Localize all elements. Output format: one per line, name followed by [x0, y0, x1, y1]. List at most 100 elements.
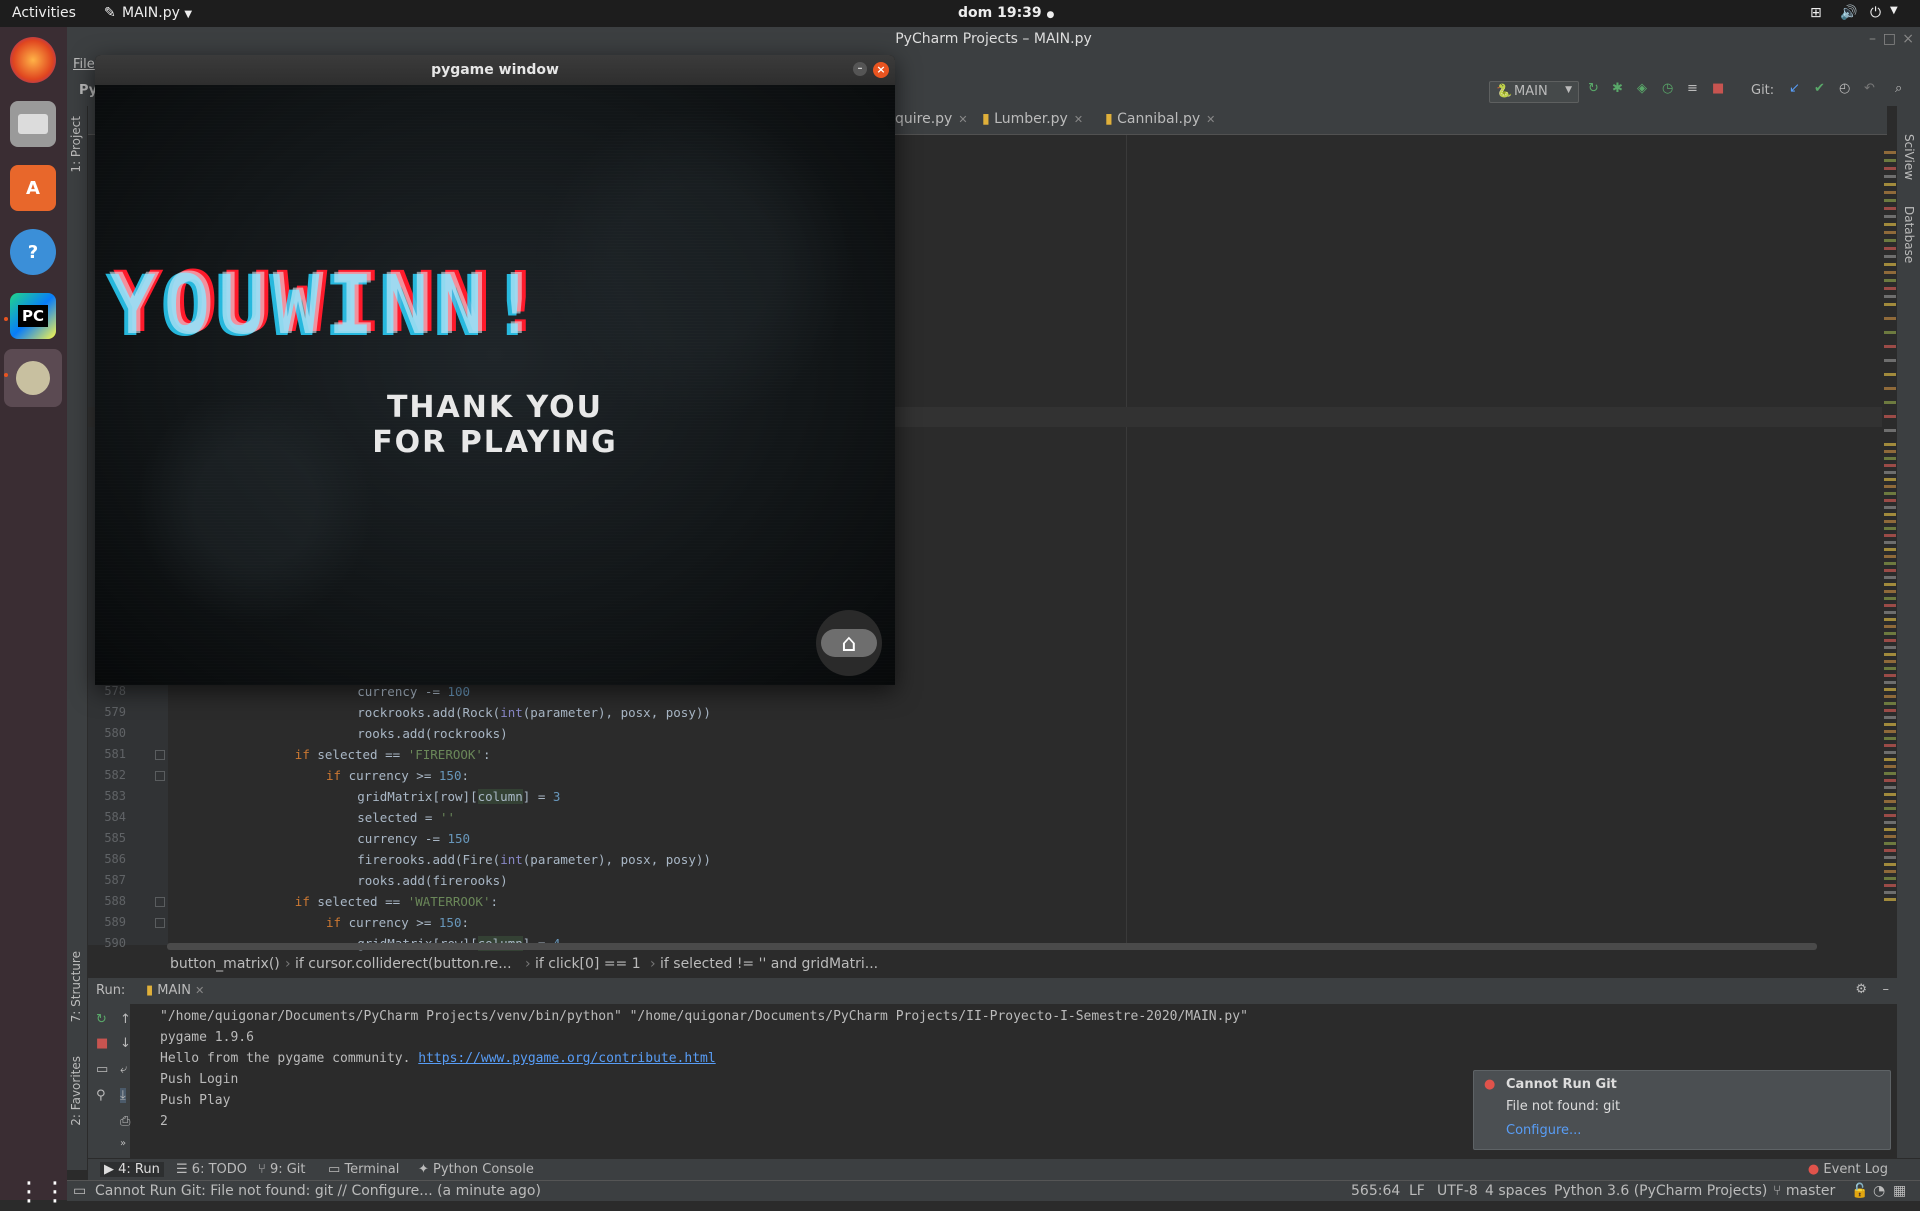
menu-file[interactable]: File — [73, 57, 95, 72]
concurrency-icon[interactable]: ≡ — [1687, 81, 1698, 96]
error-stripe-mark[interactable] — [1884, 239, 1896, 242]
search-icon[interactable]: ⌕ — [1895, 81, 1902, 96]
error-stripe-mark[interactable] — [1884, 534, 1896, 537]
fold-marker-icon[interactable] — [155, 918, 165, 928]
down-arrow-icon[interactable]: ↓ — [120, 1036, 131, 1051]
error-stripe-mark[interactable] — [1884, 744, 1896, 747]
error-stripe-mark[interactable] — [1884, 373, 1896, 376]
git-tool-button[interactable]: ⑂ 9: Git — [258, 1162, 306, 1177]
breadcrumb-item[interactable]: if cursor.colliderect(button.re... — [295, 956, 512, 972]
git-rollback-icon[interactable]: ↶ — [1864, 81, 1875, 96]
minimize-icon[interactable]: – — [853, 62, 867, 76]
error-stripe-mark[interactable] — [1884, 723, 1896, 726]
error-stripe-mark[interactable] — [1884, 464, 1896, 467]
error-stripe-mark[interactable] — [1884, 443, 1896, 446]
error-stripe-mark[interactable] — [1884, 751, 1896, 754]
error-stripe-mark[interactable] — [1884, 415, 1896, 418]
error-stripe-mark[interactable] — [1884, 849, 1896, 852]
error-stripe-mark[interactable] — [1884, 667, 1896, 670]
error-stripe-mark[interactable] — [1884, 331, 1896, 334]
code-line[interactable]: currency -= 150 — [357, 831, 470, 846]
run-tool-button[interactable]: ▶ 4: Run — [100, 1162, 164, 1177]
error-stripe-mark[interactable] — [1884, 317, 1896, 320]
more-icon[interactable]: » — [120, 1138, 126, 1149]
error-stripe-mark[interactable] — [1884, 618, 1896, 621]
error-stripe-mark[interactable] — [1884, 681, 1896, 684]
breadcrumb-item[interactable]: if selected != '' and gridMatri... — [660, 956, 878, 972]
code-line[interactable]: currency -= 100 — [357, 684, 470, 699]
error-stripe-mark[interactable] — [1884, 207, 1896, 210]
firefox-icon[interactable] — [10, 37, 56, 83]
code-line[interactable]: gridMatrix[row][column] = 3 — [357, 789, 560, 804]
close-tab-icon[interactable]: ✕ — [195, 984, 204, 997]
error-stripe-mark[interactable] — [1884, 429, 1896, 432]
coverage-icon[interactable]: ◈ — [1637, 81, 1647, 96]
code-line[interactable]: if currency >= 150: — [326, 915, 469, 930]
git-branch[interactable]: ⑂ master — [1773, 1183, 1835, 1199]
error-stripe-mark[interactable] — [1884, 793, 1896, 796]
error-stripe-mark[interactable] — [1884, 527, 1896, 530]
error-stripe-mark[interactable] — [1884, 199, 1896, 202]
gear-icon[interactable]: ⚙ — [1855, 982, 1867, 997]
error-stripe-mark[interactable] — [1884, 772, 1896, 775]
terminal-tool-button[interactable]: ▭ Terminal — [328, 1162, 399, 1177]
python-console-tool-button[interactable]: ✦ Python Console — [418, 1162, 534, 1177]
error-stripe-mark[interactable] — [1884, 541, 1896, 544]
error-stripe-mark[interactable] — [1884, 345, 1896, 348]
error-stripe-mark[interactable] — [1884, 863, 1896, 866]
error-stripe-mark[interactable] — [1884, 730, 1896, 733]
tab-quire[interactable]: quire.py ✕ — [895, 111, 968, 127]
code-line[interactable]: rooks.add(rockrooks) — [357, 726, 508, 741]
error-stripe-mark[interactable] — [1884, 611, 1896, 614]
error-stripe-mark[interactable] — [1884, 151, 1896, 154]
error-stripe-mark[interactable] — [1884, 492, 1896, 495]
error-stripe-mark[interactable] — [1884, 877, 1896, 880]
fold-marker-icon[interactable] — [155, 897, 165, 907]
home-button[interactable]: ⌂ — [816, 610, 882, 676]
error-stripe-mark[interactable] — [1884, 891, 1896, 894]
error-stripe-mark[interactable] — [1884, 870, 1896, 873]
error-stripe-mark[interactable] — [1884, 279, 1896, 282]
error-stripe-mark[interactable] — [1884, 255, 1896, 258]
help-icon[interactable]: ? — [10, 229, 56, 275]
error-stripe-mark[interactable] — [1884, 183, 1896, 186]
error-stripe-mark[interactable] — [1884, 303, 1896, 306]
horizontal-scrollbar[interactable] — [167, 943, 1817, 950]
power-icon[interactable]: ⏻ — [1870, 5, 1881, 21]
error-stripe-mark[interactable] — [1884, 359, 1896, 362]
error-stripe-mark[interactable] — [1884, 898, 1896, 901]
error-stripe-mark[interactable] — [1884, 765, 1896, 768]
pygame-title-bar[interactable]: pygame window – × — [95, 55, 895, 85]
profile-icon[interactable]: ◷ — [1662, 81, 1673, 96]
error-stripe-mark[interactable] — [1884, 485, 1896, 488]
error-stripe-mark[interactable] — [1884, 632, 1896, 635]
breadcrumb-item[interactable]: if click[0] == 1 — [535, 956, 641, 972]
close-icon[interactable]: × — [873, 62, 889, 78]
todo-tool-button[interactable]: ☰ 6: TODO — [176, 1162, 247, 1177]
output-link[interactable]: https://www.pygame.org/contribute.html — [418, 1051, 715, 1066]
pin-icon[interactable]: ⚲ — [96, 1088, 106, 1103]
error-stripe-mark[interactable] — [1884, 660, 1896, 663]
error-stripe-mark[interactable] — [1884, 590, 1896, 593]
rerun-icon[interactable]: ↻ — [1588, 81, 1599, 96]
error-stripe-mark[interactable] — [1884, 842, 1896, 845]
error-stripe-mark[interactable] — [1884, 674, 1896, 677]
hide-panel-icon[interactable]: – — [1883, 982, 1890, 997]
error-stripe-mark[interactable] — [1884, 191, 1896, 194]
interpreter[interactable]: Python 3.6 (PyCharm Projects) — [1554, 1183, 1767, 1199]
code-line[interactable]: rockrooks.add(Rock(int(parameter), posx,… — [357, 705, 711, 720]
error-stripe-mark[interactable] — [1884, 625, 1896, 628]
error-stripe-mark[interactable] — [1884, 548, 1896, 551]
code-line[interactable]: rooks.add(firerooks) — [357, 873, 508, 888]
up-arrow-icon[interactable]: ↑ — [120, 1012, 131, 1027]
event-log-button[interactable]: ● Event Log — [1808, 1162, 1888, 1177]
system-menu-chevron-icon[interactable]: ▼ — [1890, 5, 1898, 16]
lock-icon[interactable]: 🔓 — [1851, 1183, 1868, 1199]
close-tab-icon[interactable]: ✕ — [1206, 113, 1215, 126]
error-stripe[interactable] — [1884, 135, 1896, 945]
fold-marker-icon[interactable] — [155, 771, 165, 781]
error-stripe-mark[interactable] — [1884, 653, 1896, 656]
error-stripe-mark[interactable] — [1884, 807, 1896, 810]
close-tab-icon[interactable]: ✕ — [958, 113, 967, 126]
scroll-to-end-icon[interactable]: ⤓ — [120, 1088, 126, 1103]
